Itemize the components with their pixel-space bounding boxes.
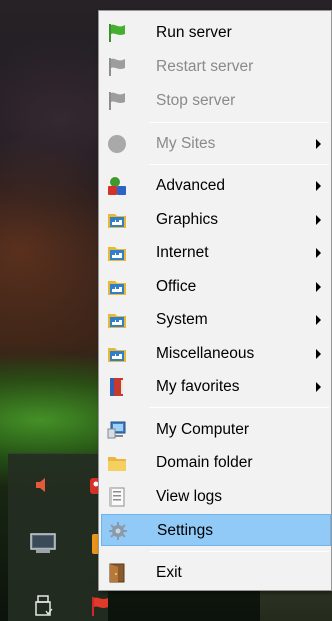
menu-item-label: Advanced (156, 177, 225, 194)
menu-item-label: My Sites (156, 135, 216, 152)
advanced-shapes-icon (107, 176, 127, 196)
book-icon (107, 377, 127, 397)
menu-item-advanced[interactable]: Advanced (101, 170, 331, 202)
gear-icon (108, 521, 128, 541)
grey-flag-icon (107, 57, 127, 77)
menu-item-label: Office (156, 278, 197, 295)
menu-item-view-logs[interactable]: View logs (101, 481, 331, 513)
menu-item-stop-server[interactable]: Stop server (101, 85, 331, 117)
grey-flag-icon (107, 91, 127, 111)
grey-circle-icon (107, 134, 127, 154)
submenu-arrow-icon (316, 315, 321, 325)
submenu-arrow-icon (316, 282, 321, 292)
menu-item-graphics[interactable]: Graphics (101, 204, 331, 236)
submenu-arrow-icon (316, 382, 321, 392)
usb-drive-icon[interactable] (34, 595, 54, 621)
menu-item-label: Stop server (156, 92, 236, 109)
menu-item-label: Graphics (156, 211, 219, 228)
menu-item-label: Run server (156, 24, 232, 41)
submenu-arrow-icon (316, 349, 321, 359)
folder-icon (107, 453, 127, 473)
menu-item-label: Domain folder (156, 454, 253, 471)
folder-app-icon (107, 344, 127, 364)
menu-separator (149, 407, 329, 408)
folder-app-icon (107, 310, 127, 330)
menu-item-exit[interactable]: Exit (101, 557, 331, 589)
submenu-arrow-icon (316, 139, 321, 149)
folder-app-icon (107, 277, 127, 297)
menu-item-label: My favorites (156, 378, 240, 395)
volume-icon[interactable] (34, 476, 52, 499)
submenu-arrow-icon (316, 215, 321, 225)
menu-item-my-computer[interactable]: My Computer (101, 414, 331, 446)
menu-item-label: My Computer (156, 421, 250, 438)
menu-item-miscellaneous[interactable]: Miscellaneous (101, 338, 331, 370)
menu-item-domain-folder[interactable]: Domain folder (101, 447, 331, 479)
menu-item-system[interactable]: System (101, 304, 331, 336)
menu-separator (149, 164, 329, 165)
menu-item-label: Internet (156, 244, 209, 261)
menu-item-label: Restart server (156, 58, 254, 75)
menu-item-restart-server[interactable]: Restart server (101, 51, 331, 83)
exit-door-icon (107, 563, 127, 583)
submenu-arrow-icon (316, 248, 321, 258)
menu-item-internet[interactable]: Internet (101, 237, 331, 269)
menu-item-run-server[interactable]: Run server (101, 17, 331, 49)
green-flag-icon (107, 23, 127, 43)
menu-item-label: System (156, 311, 208, 328)
menu-item-label: Settings (157, 522, 214, 539)
desktop-background-strip (260, 590, 332, 621)
menu-item-my-favorites[interactable]: My favorites (101, 371, 331, 403)
menu-item-settings[interactable]: Settings (101, 514, 331, 546)
menu-separator (149, 551, 329, 552)
menu-item-label: Exit (156, 564, 182, 581)
menu-item-label: Miscellaneous (156, 345, 255, 362)
menu-item-office[interactable]: Office (101, 271, 331, 303)
computer-icon (107, 420, 127, 440)
menu-item-my-sites[interactable]: My Sites (101, 128, 331, 160)
folder-app-icon (107, 210, 127, 230)
submenu-arrow-icon (316, 181, 321, 191)
red-flag-icon[interactable] (90, 595, 112, 621)
folder-app-icon (107, 243, 127, 263)
display-icon[interactable] (30, 533, 56, 560)
context-menu: Run server Restart server Stop server My… (98, 10, 332, 591)
log-document-icon (107, 487, 127, 507)
menu-item-label: View logs (156, 488, 223, 505)
menu-separator (149, 122, 329, 123)
